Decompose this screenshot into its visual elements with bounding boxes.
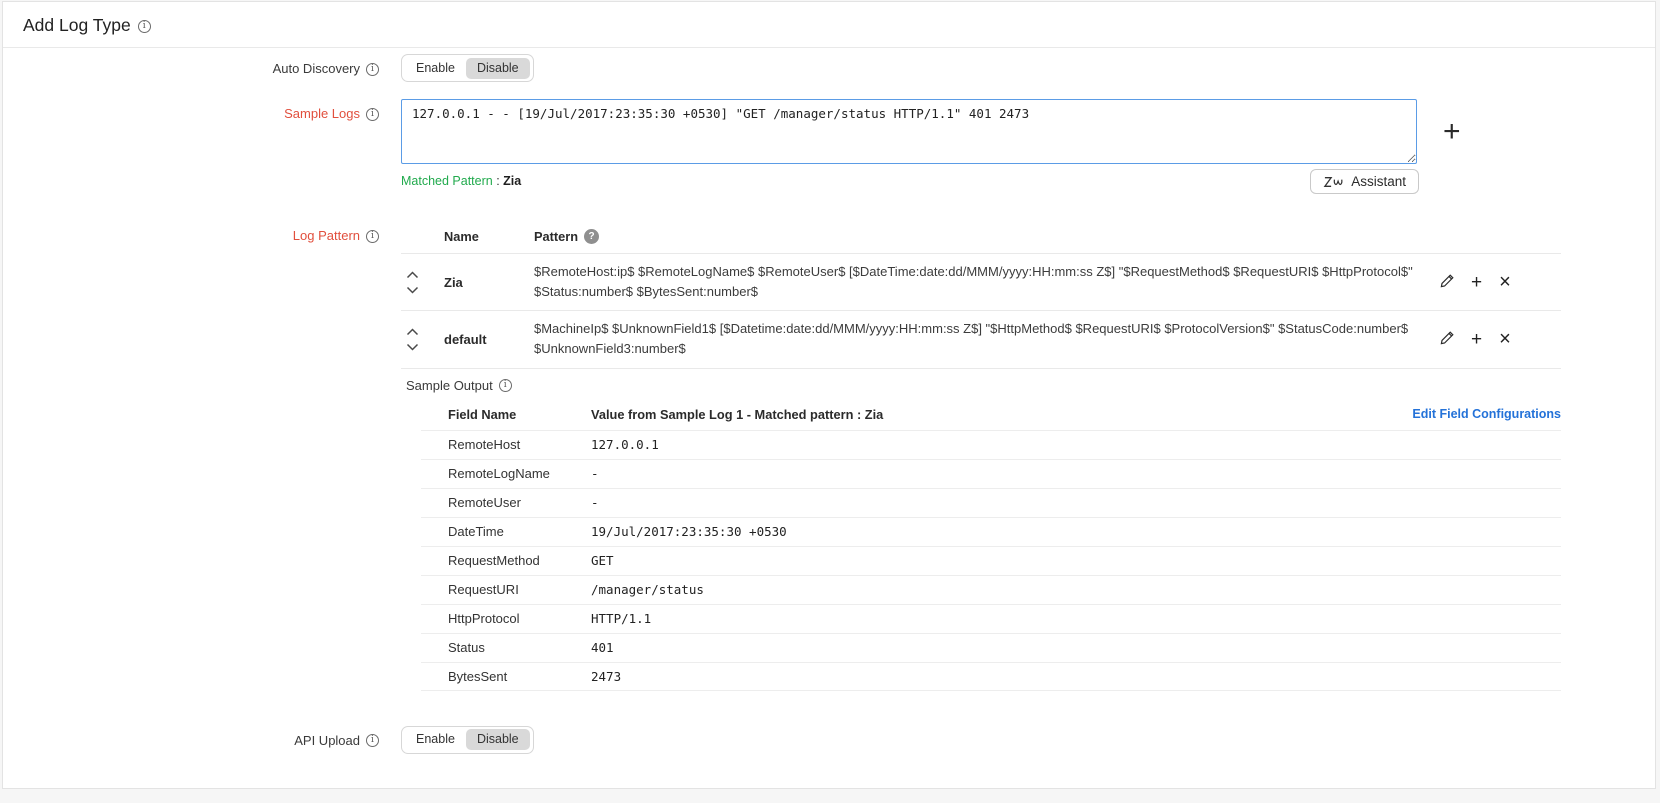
log-pattern-table: Name Pattern ? bbox=[401, 224, 1561, 369]
field-name-cell: RequestURI bbox=[448, 582, 591, 597]
field-value-cell: /manager/status bbox=[591, 582, 1561, 597]
api-upload-label-wrap: API Upload i bbox=[3, 726, 379, 748]
field-value-cell: - bbox=[591, 495, 1561, 510]
sample-output-row: BytesSent 2473 bbox=[421, 662, 1561, 691]
sample-output-table-header: Field Name Value from Sample Log 1 - Mat… bbox=[421, 402, 1561, 430]
auto-discovery-label-wrap: Auto Discovery i bbox=[3, 54, 379, 76]
column-header-value: Value from Sample Log 1 - Matched patter… bbox=[591, 407, 1412, 422]
zia-icon bbox=[1323, 175, 1344, 189]
field-name-cell: BytesSent bbox=[448, 669, 591, 684]
field-name-cell: HttpProtocol bbox=[448, 611, 591, 626]
field-name-cell: Status bbox=[448, 640, 591, 655]
page-title: Add Log Type bbox=[23, 15, 131, 36]
assistant-button-label: Assistant bbox=[1351, 174, 1406, 189]
api-upload-disable-button[interactable]: Disable bbox=[466, 729, 530, 750]
delete-pattern-button[interactable]: × bbox=[1499, 272, 1511, 292]
add-pattern-button[interactable]: + bbox=[1471, 273, 1482, 292]
info-icon[interactable]: i bbox=[366, 734, 379, 747]
auto-discovery-toggle: Enable Disable bbox=[401, 54, 534, 82]
assistant-button[interactable]: Assistant bbox=[1310, 169, 1419, 194]
delete-pattern-button[interactable]: × bbox=[1499, 329, 1511, 349]
sample-output-rows: RemoteHost 127.0.0.1 RemoteLogName - Rem… bbox=[421, 430, 1561, 691]
sample-output-row: Status 401 bbox=[421, 633, 1561, 662]
field-value-cell: GET bbox=[591, 553, 1561, 568]
field-value-cell: 19/Jul/2017:23:35:30 +0530 bbox=[591, 524, 1561, 539]
field-name-cell: DateTime bbox=[448, 524, 591, 539]
info-icon[interactable]: i bbox=[138, 20, 151, 33]
sample-output-row: HttpProtocol HTTP/1.1 bbox=[421, 604, 1561, 633]
api-upload-toggle: Enable Disable bbox=[401, 726, 534, 754]
auto-discovery-disable-button[interactable]: Disable bbox=[466, 58, 530, 79]
pattern-text-cell: $RemoteHost:ip$ $RemoteLogName$ $RemoteU… bbox=[534, 262, 1426, 302]
pattern-help-icon[interactable]: ? bbox=[584, 229, 599, 244]
field-value-cell: 401 bbox=[591, 640, 1561, 655]
sample-output-table: Field Name Value from Sample Log 1 - Mat… bbox=[421, 402, 1561, 691]
sample-output-row: RequestURI /manager/status bbox=[421, 575, 1561, 604]
move-down-button[interactable] bbox=[406, 286, 419, 294]
move-up-button[interactable] bbox=[406, 271, 419, 279]
edit-pattern-button[interactable] bbox=[1440, 331, 1454, 347]
sample-output-row: RemoteUser - bbox=[421, 488, 1561, 517]
sample-output-row: RequestMethod GET bbox=[421, 546, 1561, 575]
api-upload-row: API Upload i Enable Disable bbox=[3, 726, 1655, 754]
field-name-cell: RequestMethod bbox=[448, 553, 591, 568]
sample-logs-label-wrap: Sample Logs i bbox=[3, 99, 379, 121]
log-pattern-table-row: default $MachineIp$ $UnknownField1$ [$Da… bbox=[401, 310, 1561, 368]
field-name-cell: RemoteLogName bbox=[448, 466, 591, 481]
log-pattern-row: Log Pattern i Name Pattern ? bbox=[3, 224, 1655, 691]
sample-logs-row: Sample Logs i 127.0.0.1 - - [19/Jul/2017… bbox=[3, 99, 1655, 194]
api-upload-label: API Upload bbox=[294, 733, 360, 748]
pattern-name-cell: default bbox=[444, 332, 534, 347]
info-icon[interactable]: i bbox=[499, 379, 512, 392]
pattern-text-cell: $MachineIp$ $UnknownField1$ [$Datetime:d… bbox=[534, 319, 1426, 359]
sample-output-label-wrap: Sample Output i bbox=[406, 378, 512, 393]
sample-output-row: RemoteHost 127.0.0.1 bbox=[421, 430, 1561, 459]
auto-discovery-enable-button[interactable]: Enable bbox=[405, 58, 466, 79]
move-down-button[interactable] bbox=[406, 343, 419, 351]
api-upload-enable-button[interactable]: Enable bbox=[405, 729, 466, 750]
matched-pattern-label: Matched Pattern bbox=[401, 174, 493, 188]
sample-output-label: Sample Output bbox=[406, 378, 493, 393]
auto-discovery-row: Auto Discovery i Enable Disable bbox=[3, 54, 1655, 82]
matched-pattern-line: Matched Pattern : Zia bbox=[401, 169, 521, 188]
column-header-pattern: Pattern bbox=[534, 229, 578, 244]
matched-pattern-value: Zia bbox=[503, 174, 521, 188]
add-sample-log-button[interactable]: + bbox=[1443, 117, 1461, 147]
sample-output-row: RemoteLogName - bbox=[421, 459, 1561, 488]
move-up-button[interactable] bbox=[406, 328, 419, 336]
sample-logs-label: Sample Logs bbox=[284, 106, 360, 121]
log-pattern-label: Log Pattern bbox=[293, 228, 360, 243]
field-name-cell: RemoteHost bbox=[448, 437, 591, 452]
auto-discovery-label: Auto Discovery bbox=[273, 61, 360, 76]
edit-pattern-button[interactable] bbox=[1440, 274, 1454, 290]
pattern-name-cell: Zia bbox=[444, 275, 534, 290]
info-icon[interactable]: i bbox=[366, 63, 379, 76]
field-value-cell: HTTP/1.1 bbox=[591, 611, 1561, 626]
log-pattern-label-wrap: Log Pattern i bbox=[3, 224, 379, 243]
info-icon[interactable]: i bbox=[366, 108, 379, 121]
page-title-wrap: Add Log Type i bbox=[23, 15, 151, 36]
page-header: Add Log Type i bbox=[3, 2, 1655, 48]
add-pattern-button[interactable]: + bbox=[1471, 330, 1482, 349]
column-header-name: Name bbox=[444, 229, 534, 244]
matched-pattern-separator: : bbox=[493, 174, 503, 188]
field-value-cell: 2473 bbox=[591, 669, 1561, 684]
column-header-field-name: Field Name bbox=[448, 407, 591, 422]
edit-field-configurations-link[interactable]: Edit Field Configurations bbox=[1412, 407, 1561, 421]
field-value-cell: - bbox=[591, 466, 1561, 481]
log-pattern-rows: Zia $RemoteHost:ip$ $RemoteLogName$ $Rem… bbox=[401, 253, 1561, 369]
sample-logs-textarea[interactable]: 127.0.0.1 - - [19/Jul/2017:23:35:30 +053… bbox=[401, 99, 1417, 164]
log-pattern-table-header: Name Pattern ? bbox=[401, 224, 1561, 253]
info-icon[interactable]: i bbox=[366, 230, 379, 243]
field-name-cell: RemoteUser bbox=[448, 495, 591, 510]
log-pattern-table-row: Zia $RemoteHost:ip$ $RemoteLogName$ $Rem… bbox=[401, 253, 1561, 310]
field-value-cell: 127.0.0.1 bbox=[591, 437, 1561, 452]
add-log-type-panel: Add Log Type i Auto Discovery i Enable D… bbox=[2, 1, 1656, 789]
sample-output-row: DateTime 19/Jul/2017:23:35:30 +0530 bbox=[421, 517, 1561, 546]
